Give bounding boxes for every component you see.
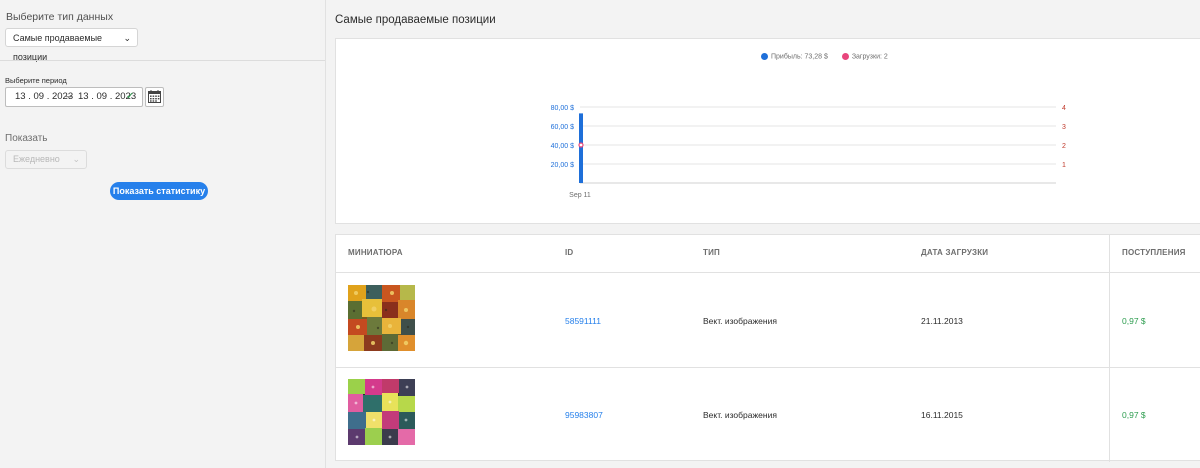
y-left-tick-label: 40,00 $: [551, 143, 574, 150]
item-id-link[interactable]: 95983807: [565, 410, 603, 420]
chevron-down-icon: ⌄: [72, 154, 80, 164]
interval-value: Ежедневно: [13, 154, 60, 164]
show-label: Показать: [5, 133, 48, 144]
page-title: Самые продаваемые позиции: [335, 14, 496, 26]
item-revenue: 0,97 $: [1122, 410, 1146, 420]
show-statistics-button[interactable]: Показать статистику: [110, 182, 208, 200]
calendar-icon: [148, 90, 161, 103]
item-upload-date: 16.11.2015: [921, 410, 963, 420]
period-label: Выберите период: [5, 76, 67, 85]
x-tick-label: Sep 11: [569, 192, 591, 199]
col-header-type[interactable]: ТИП: [703, 248, 720, 257]
data-type-label: Выберите тип данных: [6, 11, 114, 23]
divider: [0, 60, 325, 61]
y-right-tick-label: 1: [1062, 162, 1066, 169]
item-revenue: 0,97 $: [1122, 316, 1146, 326]
chart-plot: 20,00 $ 40,00 $ 60,00 $ 80,00 $ 1 2 3 4 Sep 11: [551, 105, 1066, 199]
col-header-thumbnail[interactable]: МИНИАТЮРА: [348, 248, 403, 257]
divider: [336, 272, 1200, 273]
thumbnail-image[interactable]: [348, 285, 415, 351]
profit-bar: [579, 113, 583, 183]
thumbnail-image[interactable]: [348, 379, 415, 445]
date-range-field[interactable]: 13 . 09 . 2023 – 13 . 09 . 2023 ✓: [5, 87, 143, 107]
col-header-date[interactable]: ДАТА ЗАГРУЗКИ: [921, 248, 988, 257]
y-right-tick-label: 2: [1062, 143, 1066, 150]
col-header-revenue[interactable]: ПОСТУПЛЕНИЯ: [1122, 248, 1186, 257]
interval-dropdown[interactable]: Ежедневно ⌄: [5, 150, 87, 169]
chart-card: Прибыль: 73,28 $ Загрузки: 2 20,00 $40,0…: [335, 38, 1200, 224]
divider: [1109, 235, 1110, 462]
date-separator: –: [66, 91, 72, 102]
y-left-tick-label: 80,00 $: [551, 105, 574, 112]
patchwork-thumbnail: [348, 379, 415, 445]
item-type: Вект. изображения: [703, 316, 777, 326]
y-right-tick-label: 4: [1062, 105, 1066, 112]
item-id-link[interactable]: 58591111: [565, 316, 601, 326]
date-from[interactable]: 13 . 09 . 2023: [15, 88, 73, 106]
calendar-button[interactable]: [145, 87, 164, 107]
filter-panel: Выберите тип данных Самые продаваемые по…: [0, 0, 326, 468]
data-type-dropdown[interactable]: Самые продаваемые позиции ⌄: [5, 28, 138, 62]
divider: [336, 367, 1200, 368]
y-left-tick-label: 60,00 $: [551, 124, 574, 131]
item-upload-date: 21.11.2013: [921, 316, 963, 326]
items-table: МИНИАТЮРА ID ТИП ДАТА ЗАГРУЗКИ ПОСТУПЛЕН…: [335, 234, 1200, 462]
downloads-point: [578, 142, 584, 148]
check-icon: ✓: [126, 91, 135, 102]
item-type: Вект. изображения: [703, 410, 777, 420]
chevron-down-icon: ⌄: [123, 33, 131, 43]
patchwork-thumbnail: [348, 285, 415, 351]
col-header-id[interactable]: ID: [565, 248, 573, 257]
y-right-tick-label: 3: [1062, 124, 1066, 131]
y-left-tick-label: 20,00 $: [551, 162, 574, 169]
data-type-value: Самые продаваемые позиции: [13, 33, 103, 62]
